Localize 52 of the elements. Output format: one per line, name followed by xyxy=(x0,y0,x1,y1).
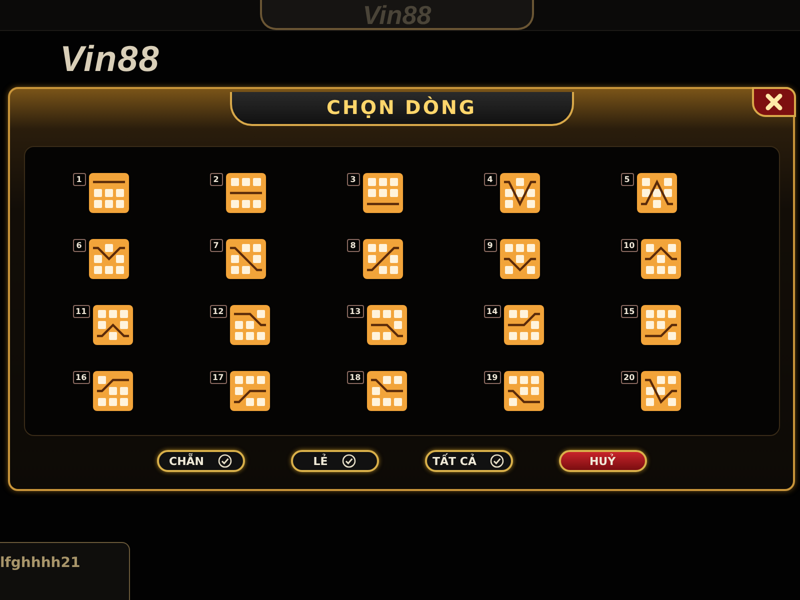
line-number: 3 xyxy=(346,173,360,186)
payline-icon[interactable] xyxy=(230,371,270,411)
line-number: 8 xyxy=(346,239,360,252)
payline-icon[interactable] xyxy=(88,173,128,213)
payline-icon[interactable] xyxy=(230,305,270,345)
line-number: 19 xyxy=(484,371,501,384)
line-number: 9 xyxy=(484,239,496,252)
line-number: 13 xyxy=(346,305,364,318)
close-icon xyxy=(765,93,783,111)
payline-icon[interactable] xyxy=(500,239,540,279)
payline-icon[interactable] xyxy=(504,371,544,411)
line-number: 12 xyxy=(210,305,227,318)
cancel-button[interactable]: HUỶ xyxy=(558,450,646,472)
line-number: 4 xyxy=(484,173,496,186)
line-number: 5 xyxy=(620,173,634,186)
line-number: 1 xyxy=(72,173,86,186)
line-number: 14 xyxy=(484,305,501,318)
payline-icon[interactable] xyxy=(88,239,128,279)
payline-icon[interactable] xyxy=(640,305,681,345)
line-number: 6 xyxy=(72,239,86,252)
payline-icon[interactable] xyxy=(362,173,402,213)
line-number: 15 xyxy=(620,305,638,318)
line-number: 16 xyxy=(72,371,90,384)
payline-icon[interactable] xyxy=(504,305,544,345)
line-number: 7 xyxy=(210,239,222,252)
check-circle-icon xyxy=(490,454,504,468)
check-circle-icon xyxy=(218,454,232,468)
line-number: 18 xyxy=(346,371,364,384)
select-button[interactable]: CHẴN xyxy=(156,450,244,472)
payline-icon[interactable] xyxy=(636,173,676,213)
select-button[interactable]: TẤT CẢ xyxy=(424,450,512,472)
payline-icon[interactable] xyxy=(226,173,266,213)
dialog-title: CHỌN DÒNG xyxy=(326,97,476,119)
username: lfghhhh21 xyxy=(0,555,80,571)
logo: Vin88 xyxy=(60,38,160,80)
line-number: 2 xyxy=(210,173,222,186)
payline-icon[interactable] xyxy=(362,239,402,279)
line-number: 17 xyxy=(210,371,227,384)
payline-icon[interactable] xyxy=(226,239,266,279)
check-circle-icon xyxy=(342,454,356,468)
payline-icon[interactable] xyxy=(92,371,133,411)
line-number: 11 xyxy=(72,305,90,318)
select-button[interactable]: LẺ xyxy=(290,450,378,472)
line-number: 20 xyxy=(620,371,638,384)
line-number: 10 xyxy=(620,239,638,252)
payline-icon[interactable] xyxy=(640,371,681,411)
close-button[interactable] xyxy=(752,87,796,117)
payline-icon[interactable] xyxy=(366,305,407,345)
payline-icon[interactable] xyxy=(92,305,133,345)
payline-icon[interactable] xyxy=(640,239,681,279)
payline-icon[interactable] xyxy=(366,371,407,411)
payline-icon[interactable] xyxy=(500,173,540,213)
